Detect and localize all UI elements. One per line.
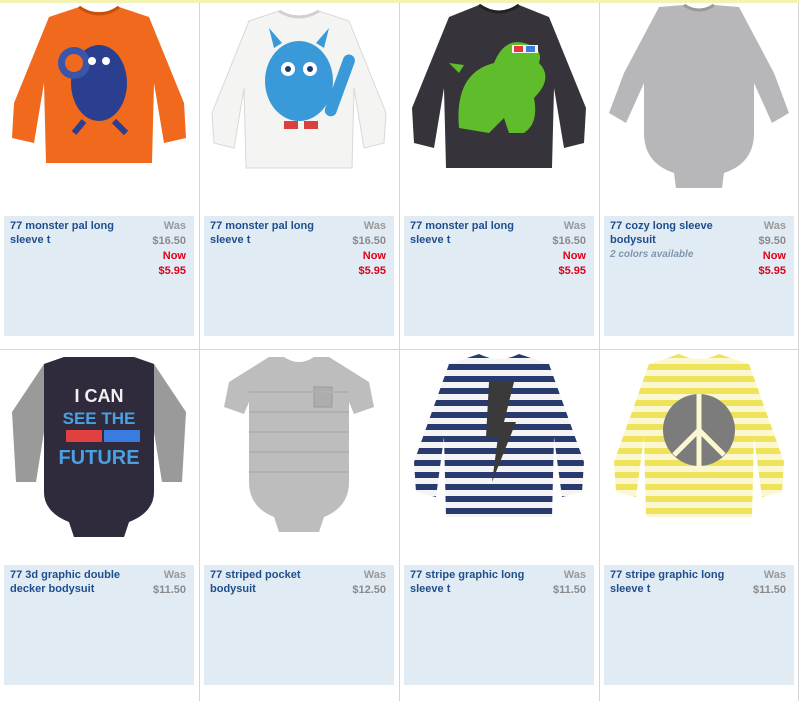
now-label: Now: [562, 250, 586, 262]
product-card: 77 striped pocket bodysuit Was $12.50: [200, 352, 400, 701]
product-image-navy-stripe-tee[interactable]: [404, 352, 594, 557]
was-label: Was: [363, 569, 386, 581]
product-info: 77 monster pal long sleeve t Was $16.50 …: [4, 216, 194, 336]
product-image-orange-tee[interactable]: [4, 3, 194, 208]
was-label: Was: [563, 220, 586, 232]
product-name-link[interactable]: 77 monster pal long sleeve t: [210, 219, 330, 247]
was-price: $12.50: [352, 584, 386, 596]
now-label: Now: [362, 250, 386, 262]
product-card: 77 monster pal long sleeve t Was $16.50 …: [0, 3, 200, 352]
was-price: $9.50: [758, 235, 786, 247]
product-image-yellow-stripe-tee[interactable]: [604, 352, 794, 557]
product-row: 77 monster pal long sleeve t Was $16.50 …: [0, 3, 799, 352]
svg-text:FUTURE: FUTURE: [58, 447, 139, 469]
price-block: Was $12.50: [352, 568, 386, 598]
product-name-link[interactable]: 77 monster pal long sleeve t: [410, 219, 530, 247]
product-card: 77 stripe graphic long sleeve t Was $11.…: [600, 352, 799, 701]
product-card: 77 monster pal long sleeve t Was $16.50 …: [200, 3, 400, 352]
was-price: $11.50: [152, 584, 186, 596]
now-label: Now: [762, 250, 786, 262]
product-image-future-bodysuit[interactable]: I CAN SEE THE FUTURE: [4, 352, 194, 557]
product-name-link[interactable]: 77 cozy long sleeve bodysuit: [610, 219, 730, 247]
product-info: 77 stripe graphic long sleeve t Was $11.…: [604, 565, 794, 685]
price-block: Was $16.50 Now $5.95: [352, 219, 386, 279]
product-image-striped-pocket-bodysuit[interactable]: [204, 352, 394, 557]
price-block: Was $11.50: [553, 568, 586, 598]
product-card: 77 stripe graphic long sleeve t Was $11.…: [400, 352, 600, 701]
colors-available[interactable]: 2 colors available: [610, 249, 693, 260]
price-block: Was $16.50 Now $5.95: [552, 219, 586, 279]
was-label: Was: [163, 220, 186, 232]
product-card: 77 monster pal long sleeve t Was $16.50 …: [400, 3, 600, 352]
price-block: Was $11.50: [153, 568, 186, 598]
was-label: Was: [763, 569, 786, 581]
now-price: $5.95: [158, 265, 186, 277]
now-price: $5.95: [558, 265, 586, 277]
product-name-link[interactable]: 77 3d graphic double decker bodysuit: [10, 568, 130, 596]
product-info: 77 monster pal long sleeve t Was $16.50 …: [404, 216, 594, 336]
product-name-link[interactable]: 77 stripe graphic long sleeve t: [610, 568, 730, 596]
now-price: $5.95: [358, 265, 386, 277]
was-price: $16.50: [152, 235, 186, 247]
product-name-link[interactable]: 77 striped pocket bodysuit: [210, 568, 330, 596]
was-label: Was: [363, 220, 386, 232]
price-block: Was $9.50 Now $5.95: [758, 219, 786, 279]
product-name-link[interactable]: 77 monster pal long sleeve t: [10, 219, 130, 247]
product-image-grey-bodysuit[interactable]: [604, 3, 794, 208]
product-image-charcoal-tee[interactable]: [404, 3, 594, 208]
price-block: Was $11.50: [753, 568, 786, 598]
was-price: $16.50: [552, 235, 586, 247]
was-price: $11.50: [552, 584, 586, 596]
shirt-graphic-text: I CAN: [75, 386, 124, 406]
product-card: 77 cozy long sleeve bodysuit 2 colors av…: [600, 3, 799, 352]
product-image-white-tee[interactable]: [204, 3, 394, 208]
now-price: $5.95: [758, 265, 786, 277]
product-info: 77 cozy long sleeve bodysuit 2 colors av…: [604, 216, 794, 336]
row-divider: [0, 349, 799, 350]
was-label: Was: [563, 569, 586, 581]
product-info: 77 3d graphic double decker bodysuit Was…: [4, 565, 194, 685]
was-price: $11.50: [752, 584, 786, 596]
product-row: I CAN SEE THE FUTURE 77 3d graphic doubl…: [0, 352, 799, 701]
product-info: 77 monster pal long sleeve t Was $16.50 …: [204, 216, 394, 336]
product-name-link[interactable]: 77 stripe graphic long sleeve t: [410, 568, 530, 596]
product-info: 77 striped pocket bodysuit Was $12.50: [204, 565, 394, 685]
was-price: $16.50: [352, 235, 386, 247]
price-block: Was $16.50 Now $5.95: [152, 219, 186, 279]
was-label: Was: [163, 569, 186, 581]
product-info: 77 stripe graphic long sleeve t Was $11.…: [404, 565, 594, 685]
product-card: I CAN SEE THE FUTURE 77 3d graphic doubl…: [0, 352, 200, 701]
now-label: Now: [162, 250, 186, 262]
was-label: Was: [763, 220, 786, 232]
svg-text:SEE THE: SEE THE: [63, 409, 136, 428]
